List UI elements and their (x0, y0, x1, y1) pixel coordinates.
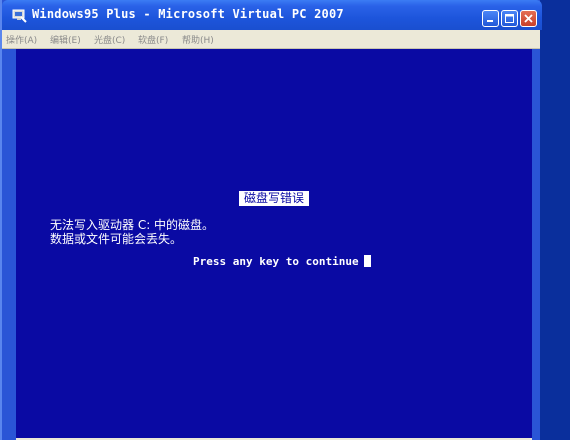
menu-floppy[interactable]: 软盘(F) (138, 33, 168, 46)
continue-prompt-text: Press any key to continue (193, 255, 359, 268)
menu-action[interactable]: 操作(A) (6, 33, 37, 46)
virtual-pc-icon (12, 9, 27, 23)
window-title: Windows95 Plus - Microsoft Virtual PC 20… (32, 7, 344, 21)
close-button[interactable] (520, 10, 537, 27)
maximize-button[interactable] (501, 10, 518, 27)
error-message-line-1: 无法写入驱动器 C: 中的磁盘。 (50, 218, 215, 232)
close-icon (524, 14, 533, 23)
continue-prompt: Press any key to continue (193, 255, 371, 269)
error-message-line-2: 数据或文件可能会丢失。 (50, 232, 183, 246)
virtual-pc-window: Windows95 Plus - Microsoft Virtual PC 20… (0, 0, 542, 440)
text-cursor (363, 255, 371, 267)
virtual-machine-screen[interactable]: 磁盘写错误 无法写入驱动器 C: 中的磁盘。 数据或文件可能会丢失。 Press… (16, 49, 532, 440)
error-title: 磁盘写错误 (239, 191, 310, 206)
menu-bar: 操作(A) 编辑(E) 光盘(C) 软盘(F) 帮助(H) (2, 30, 540, 49)
maximize-icon (505, 14, 514, 23)
title-bar[interactable]: Windows95 Plus - Microsoft Virtual PC 20… (2, 0, 542, 30)
menu-cd[interactable]: 光盘(C) (94, 33, 125, 46)
minimize-icon (487, 20, 493, 22)
minimize-button[interactable] (482, 10, 499, 27)
menu-help[interactable]: 帮助(H) (182, 33, 214, 46)
menu-edit[interactable]: 编辑(E) (50, 33, 81, 46)
